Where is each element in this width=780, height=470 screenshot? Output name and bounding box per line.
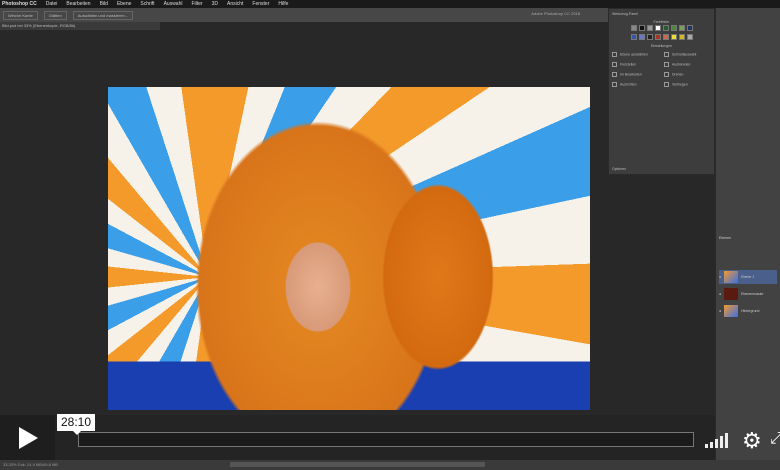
option-label: Ausblenden	[672, 62, 691, 67]
panel-option[interactable]: Freistellen	[612, 62, 659, 67]
option-label: Drehen	[672, 72, 684, 77]
checkbox[interactable]	[612, 52, 617, 57]
color-swatch[interactable]	[670, 34, 677, 40]
color-swatch[interactable]	[646, 34, 653, 40]
layer-name: Hintergrund	[741, 309, 760, 313]
color-swatch[interactable]	[638, 25, 645, 31]
fullscreen-icon[interactable]: ⤢	[770, 430, 780, 448]
checkbox[interactable]	[612, 82, 617, 87]
canvas-image	[108, 87, 590, 410]
checkbox[interactable]	[664, 72, 669, 77]
timestamp-tooltip: 28:10	[57, 414, 96, 435]
color-swatch[interactable]	[662, 34, 669, 40]
play-icon	[18, 426, 38, 449]
option-label: Freistellen	[620, 62, 637, 67]
option-label: Im Bearbeiten	[620, 72, 642, 77]
color-swatch[interactable]	[678, 34, 685, 40]
panel-title: Ebenen	[719, 236, 732, 240]
play-button[interactable]	[0, 415, 55, 460]
panel-section-title: Einstellungen	[650, 44, 672, 48]
menubar: Photoshop CC Datei Bearbeiten Bild Ebene Schr…	[0, 0, 780, 8]
checkbox[interactable]	[612, 62, 617, 67]
color-swatch[interactable]	[662, 25, 669, 31]
color-swatch[interactable]	[638, 34, 645, 40]
menu-item[interactable]: Filter	[191, 0, 202, 8]
option-button[interactable]: Auswählen und maskieren...	[72, 10, 133, 20]
layer-name: Ebene 1	[741, 275, 755, 279]
eye-icon[interactable]: ●	[719, 309, 721, 313]
checkbox[interactable]	[664, 52, 669, 57]
menu-item[interactable]: Auswahl	[164, 0, 183, 8]
document-tab[interactable]: Bild.psd bei 33% (Ebenenkopie, RGB/8#)	[0, 22, 160, 30]
menu-item[interactable]: Schrift	[140, 0, 154, 8]
tool-panel: Werkzeug-Panel Farbfelder Einstellungen …	[608, 8, 715, 175]
panel-option[interactable]: Verbiegen	[664, 82, 711, 87]
option-button[interactable]: Weiche Kante	[3, 10, 38, 20]
menu-item[interactable]: Ebene	[117, 0, 131, 8]
color-swatch[interactable]	[630, 25, 637, 31]
checkbox[interactable]	[664, 82, 669, 87]
color-swatch[interactable]	[654, 34, 661, 40]
option-label: Ebene auswählen	[620, 52, 648, 57]
panel-option[interactable]: Schnellauswahl	[664, 52, 711, 57]
layer-row[interactable]: ● Ebenenmaske	[719, 287, 777, 301]
layer-thumbnail	[724, 288, 739, 300]
menu-item[interactable]: Bild	[100, 0, 108, 8]
eye-icon[interactable]: ●	[719, 275, 721, 279]
panel-option[interactable]: Ausrichten	[612, 82, 659, 87]
checkbox[interactable]	[664, 62, 669, 67]
layer-row[interactable]: ● Ebene 1	[719, 270, 777, 284]
menu-item[interactable]: Fenster	[252, 0, 269, 8]
menu-item[interactable]: Bearbeiten	[66, 0, 90, 8]
menu-item[interactable]: Datei	[46, 0, 58, 8]
panel-option[interactable]: Drehen	[664, 72, 711, 77]
option-label: Schnellauswahl	[672, 52, 697, 57]
option-label: Ausrichten	[620, 82, 637, 87]
layer-thumbnail	[724, 271, 739, 283]
eye-icon[interactable]: ●	[719, 292, 721, 296]
color-swatch[interactable]	[686, 25, 693, 31]
color-swatch[interactable]	[686, 34, 693, 40]
layer-name: Ebenenmaske	[741, 292, 764, 296]
color-swatch[interactable]	[678, 25, 685, 31]
swatches	[612, 24, 711, 42]
layer-thumbnail	[724, 305, 739, 317]
menu-item[interactable]: Photoshop CC	[2, 0, 37, 8]
color-swatch[interactable]	[654, 25, 661, 31]
progress-bar[interactable]	[78, 432, 694, 447]
layers-panel: Ebenen ● Ebene 1 ● Ebenenmaske ● Hintergrund	[715, 8, 780, 460]
horizontal-scrollbar[interactable]	[230, 462, 485, 467]
menu-item[interactable]: Ansicht	[227, 0, 243, 8]
menu-item[interactable]: Hilfe	[278, 0, 288, 8]
color-swatch[interactable]	[670, 25, 677, 31]
option-button[interactable]: Glätten	[43, 10, 67, 20]
gear-icon[interactable]: ⚙	[742, 428, 762, 454]
layer-row[interactable]: ● Hintergrund	[719, 304, 777, 318]
panel-footer: Optionen	[612, 167, 627, 171]
panel-option[interactable]: Ebene auswählen	[612, 52, 659, 57]
menu-item[interactable]: 3D	[212, 0, 218, 8]
checkbox[interactable]	[612, 72, 617, 77]
option-label: Verbiegen	[672, 82, 688, 87]
panel-title: Werkzeug-Panel	[612, 12, 638, 16]
app-title: Adobe Photoshop CC 2018	[531, 11, 580, 16]
volume-icon[interactable]	[705, 433, 728, 448]
panel-option[interactable]: Ausblenden	[664, 62, 711, 67]
panel-option[interactable]: Im Bearbeiten	[612, 72, 659, 77]
color-swatch[interactable]	[646, 25, 653, 31]
color-swatch[interactable]	[630, 34, 637, 40]
